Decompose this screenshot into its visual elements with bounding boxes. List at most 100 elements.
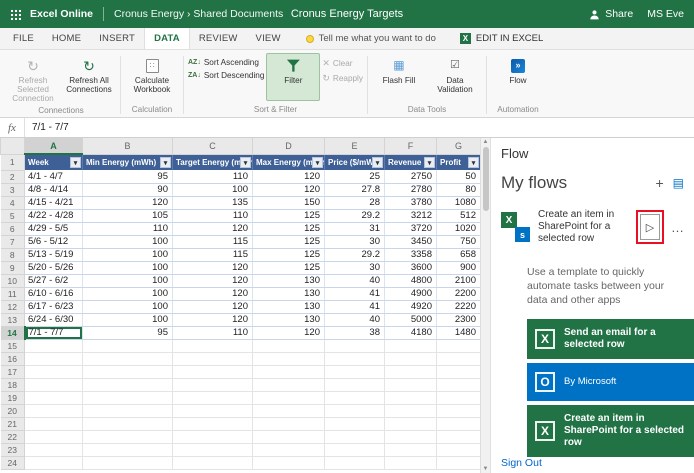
cell-A21[interactable] (24, 417, 83, 431)
filter-dropdown-icon[interactable]: ▾ (424, 156, 435, 168)
cell-F17[interactable] (384, 365, 437, 379)
cell-E18[interactable] (324, 378, 385, 392)
cell-C2[interactable]: 110 (172, 170, 253, 184)
clear-filter-button[interactable]: ✕ Clear (322, 58, 363, 69)
cell-G16[interactable] (436, 352, 480, 366)
cell-A4[interactable]: 4/15 - 4/21 (24, 196, 83, 210)
cell-F20[interactable] (384, 404, 437, 418)
cell-D20[interactable] (252, 404, 325, 418)
document-title[interactable]: Cronus Energy Targets (291, 8, 403, 20)
cell-G21[interactable] (436, 417, 480, 431)
cell-B23[interactable] (82, 443, 173, 457)
cell-F24[interactable] (384, 456, 437, 470)
cell-E5[interactable]: 29.2 (324, 209, 385, 223)
cell-D8[interactable]: 125 (252, 248, 325, 262)
cell-A6[interactable]: 4/29 - 5/5 (24, 222, 83, 236)
app-launcher-icon[interactable] (10, 8, 21, 20)
row-number-7[interactable]: 7 (0, 234, 25, 249)
cell-G5[interactable]: 512 (436, 209, 480, 223)
cell-E6[interactable]: 31 (324, 222, 385, 236)
cell-C16[interactable] (172, 352, 253, 366)
cell-A24[interactable] (24, 456, 83, 470)
tab-view[interactable]: VIEW (247, 28, 290, 49)
cell-E4[interactable]: 28 (324, 196, 385, 210)
filter-dropdown-icon[interactable]: ▾ (240, 156, 251, 168)
add-flow-icon[interactable]: + (655, 176, 663, 190)
cell-G6[interactable]: 1020 (436, 222, 480, 236)
open-flows-icon[interactable]: ▤ (673, 177, 684, 189)
cell-C12[interactable]: 120 (172, 300, 253, 314)
cell-D19[interactable] (252, 391, 325, 405)
cell-G4[interactable]: 1080 (436, 196, 480, 210)
cell-F13[interactable]: 5000 (384, 313, 437, 327)
cell-E24[interactable] (324, 456, 385, 470)
share-button[interactable]: Share (589, 8, 633, 20)
cell-B22[interactable] (82, 430, 173, 444)
table-header-cell[interactable]: Revenue ▾ (384, 154, 437, 170)
cell-F6[interactable]: 3720 (384, 222, 437, 236)
cell-A20[interactable] (24, 404, 83, 418)
cell-C24[interactable] (172, 456, 253, 470)
column-header-F[interactable]: F (384, 138, 437, 155)
more-options-icon[interactable]: … (671, 220, 684, 235)
cell-C22[interactable] (172, 430, 253, 444)
cell-A15[interactable] (24, 339, 83, 353)
cell-F21[interactable] (384, 417, 437, 431)
cell-B24[interactable] (82, 456, 173, 470)
cell-G14[interactable]: 1480 (436, 326, 480, 340)
cell-C6[interactable]: 120 (172, 222, 253, 236)
cell-B9[interactable]: 100 (82, 261, 173, 275)
cell-E22[interactable] (324, 430, 385, 444)
cell-D21[interactable] (252, 417, 325, 431)
cell-C10[interactable]: 120 (172, 274, 253, 288)
cell-E12[interactable]: 41 (324, 300, 385, 314)
cell-A13[interactable]: 6/24 - 6/30 (24, 313, 83, 327)
flow-list-item[interactable]: X s Create an item in SharePoint for a s… (501, 209, 684, 245)
cell-D6[interactable]: 125 (252, 222, 325, 236)
row-number-20[interactable]: 20 (0, 403, 25, 418)
cell-B7[interactable]: 100 (82, 235, 173, 249)
cell-B2[interactable]: 95 (82, 170, 173, 184)
cell-F4[interactable]: 3780 (384, 196, 437, 210)
cell-D7[interactable]: 125 (252, 235, 325, 249)
cell-E19[interactable] (324, 391, 385, 405)
row-number-12[interactable]: 12 (0, 299, 25, 314)
cell-D14[interactable]: 120 (252, 326, 325, 340)
cell-F16[interactable] (384, 352, 437, 366)
column-header-A[interactable]: A (24, 138, 83, 155)
cell-D11[interactable]: 130 (252, 287, 325, 301)
cell-C20[interactable] (172, 404, 253, 418)
column-header-D[interactable]: D (252, 138, 325, 155)
cell-A10[interactable]: 5/27 - 6/2 (24, 274, 83, 288)
cell-C14[interactable]: 110 (172, 326, 253, 340)
filter-dropdown-icon[interactable]: ▾ (468, 156, 479, 168)
cell-B13[interactable]: 100 (82, 313, 173, 327)
cell-E14[interactable]: 38 (324, 326, 385, 340)
tell-me-box[interactable]: Tell me what you want to do (305, 33, 436, 44)
row-number-18[interactable]: 18 (0, 377, 25, 392)
user-name[interactable]: MS Eve (647, 8, 684, 20)
row-number-1[interactable]: 1 (0, 153, 25, 171)
cell-A2[interactable]: 4/1 - 4/7 (24, 170, 83, 184)
filter-dropdown-icon[interactable]: ▾ (372, 156, 383, 168)
cell-F9[interactable]: 3600 (384, 261, 437, 275)
run-flow-button[interactable]: ▷ (640, 214, 660, 240)
table-header-cell[interactable]: Max Energy (mWh) ▾ (252, 154, 325, 170)
cell-A23[interactable] (24, 443, 83, 457)
sort-descending-button[interactable]: ZA↓ Sort Descending (188, 71, 264, 80)
cell-D9[interactable]: 125 (252, 261, 325, 275)
cell-E10[interactable]: 40 (324, 274, 385, 288)
cell-D5[interactable]: 125 (252, 209, 325, 223)
cell-F2[interactable]: 2750 (384, 170, 437, 184)
cell-G17[interactable] (436, 365, 480, 379)
cell-B3[interactable]: 90 (82, 183, 173, 197)
row-number-16[interactable]: 16 (0, 351, 25, 366)
cell-F19[interactable] (384, 391, 437, 405)
cell-F11[interactable]: 4900 (384, 287, 437, 301)
cell-B5[interactable]: 105 (82, 209, 173, 223)
scroll-up-icon[interactable]: ▲ (483, 139, 489, 145)
sort-ascending-button[interactable]: AZ↓ Sort Ascending (188, 58, 264, 67)
table-header-cell[interactable]: Profit ▾ (436, 154, 480, 170)
row-number-4[interactable]: 4 (0, 195, 25, 210)
row-number-14[interactable]: 14 (0, 325, 26, 340)
